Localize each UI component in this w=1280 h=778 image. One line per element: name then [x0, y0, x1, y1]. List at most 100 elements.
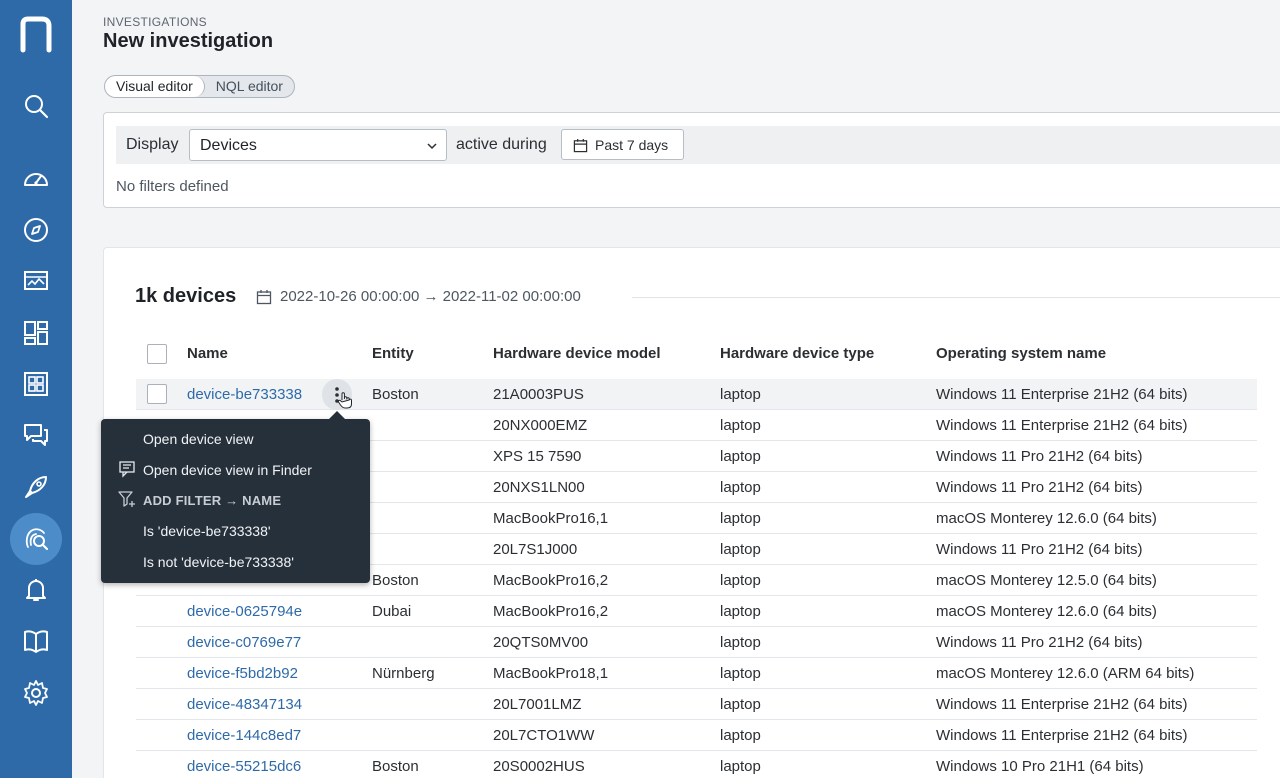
device-name-link[interactable]: device-c0769e77	[187, 634, 301, 651]
filter-add-icon	[118, 491, 135, 507]
chevron-down-icon	[427, 143, 437, 150]
device-name-link[interactable]: device-55215dc6	[187, 758, 301, 775]
hand-cursor-icon	[337, 392, 352, 409]
os-cell: Windows 11 Enterprise 21H2 (64 bits)	[936, 386, 1188, 403]
nexthink-logo[interactable]	[18, 14, 54, 54]
os-cell: Windows 10 Pro 21H1 (64 bits)	[936, 758, 1144, 775]
device-name-link[interactable]: device-0625794e	[187, 603, 302, 620]
model-cell: 20NX000EMZ	[493, 417, 588, 434]
type-cell: laptop	[720, 727, 761, 744]
calendar-icon	[573, 138, 588, 153]
column-header-type[interactable]: Hardware device type	[720, 345, 874, 362]
grid-icon[interactable]	[16, 364, 56, 404]
active-during-label: active during	[456, 136, 547, 153]
context-menu: Open device view Open device view in Fin…	[101, 411, 370, 583]
model-cell: 20L7001LMZ	[493, 696, 582, 713]
filter-is-item[interactable]: Is 'device-be733338'	[143, 523, 271, 539]
visual-editor-tab[interactable]: Visual editor	[105, 76, 205, 97]
table-row[interactable]: device-144c8ed7 20L7CTO1WW laptop Windows 1…	[136, 720, 1257, 751]
divider	[632, 297, 1280, 298]
os-cell: macOS Monterey 12.6.0 (64 bits)	[936, 603, 1157, 620]
type-cell: laptop	[720, 696, 761, 713]
model-cell: XPS 15 7590	[493, 448, 582, 465]
type-cell: laptop	[720, 386, 761, 403]
model-cell: 20S0002HUS	[493, 758, 585, 775]
type-cell: laptop	[720, 634, 761, 651]
model-cell: MacBookPro16,2	[493, 603, 609, 620]
layout-icon[interactable]	[16, 313, 56, 353]
nql-editor-tab[interactable]: NQL editor	[205, 76, 294, 97]
os-cell: Windows 11 Pro 21H2 (64 bits)	[936, 448, 1143, 465]
model-cell: 20QTS0MV00	[493, 634, 589, 651]
column-header-model[interactable]: Hardware device model	[493, 345, 661, 362]
entity-cell: Nürnberg	[372, 665, 435, 682]
os-cell: Windows 11 Pro 21H2 (64 bits)	[936, 479, 1143, 496]
os-cell: macOS Monterey 12.6.0 (64 bits)	[936, 510, 1157, 527]
monitor-chart-icon[interactable]	[16, 261, 56, 301]
table-row[interactable]: device-be733338 Boston 21A0003PUS laptop Win…	[136, 379, 1257, 410]
sidebar	[0, 0, 72, 778]
type-cell: laptop	[720, 510, 761, 527]
finder-icon	[119, 461, 135, 478]
model-cell: 21A0003PUS	[493, 386, 584, 403]
type-cell: laptop	[720, 603, 761, 620]
date-range: 2022-10-26 00:00:00 → 2022-11-02 00:00:0…	[280, 288, 581, 305]
device-name-link[interactable]: device-48347134	[187, 696, 302, 713]
display-select[interactable]: Devices	[189, 129, 447, 161]
display-label: Display	[126, 136, 179, 153]
table-row[interactable]: device-0625794e Dubai MacBookPro16,2 laptop…	[136, 596, 1257, 627]
model-cell: MacBookPro18,1	[493, 665, 609, 682]
bell-icon[interactable]	[16, 570, 56, 610]
compass-icon[interactable]	[16, 210, 56, 250]
table-row[interactable]: device-c0769e77 20QTS0MV00 laptop Windows 1…	[136, 627, 1257, 658]
column-header-name[interactable]: Name	[187, 345, 228, 362]
display-select-value: Devices	[200, 137, 257, 154]
type-cell: laptop	[720, 541, 761, 558]
row-checkbox[interactable]	[147, 384, 167, 404]
menu-arrow	[329, 411, 345, 419]
breadcrumb[interactable]: INVESTIGATIONS	[103, 15, 207, 29]
os-cell: Windows 11 Enterprise 21H2 (64 bits)	[936, 696, 1188, 713]
os-cell: Windows 11 Pro 21H2 (64 bits)	[936, 541, 1143, 558]
model-cell: 20L7S1J000	[493, 541, 578, 558]
chat-icon[interactable]	[16, 415, 56, 455]
no-filters-text: No filters defined	[116, 178, 229, 195]
device-name-link[interactable]: device-f5bd2b92	[187, 665, 298, 682]
select-all-checkbox[interactable]	[147, 344, 167, 364]
os-cell: Windows 11 Enterprise 21H2 (64 bits)	[936, 727, 1188, 744]
open-in-finder-item[interactable]: Open device view in Finder	[143, 462, 312, 478]
column-header-os[interactable]: Operating system name	[936, 345, 1106, 362]
period-value: Past 7 days	[595, 137, 669, 153]
entity-cell: Boston	[372, 758, 419, 775]
calendar-icon	[256, 290, 272, 305]
table-row[interactable]: device-f5bd2b92 Nürnberg MacBookPro18,1 lap…	[136, 658, 1257, 689]
entity-cell: Boston	[372, 386, 419, 403]
gear-icon[interactable]	[16, 673, 56, 713]
type-cell: laptop	[720, 572, 761, 589]
device-name-link[interactable]: device-144c8ed7	[187, 727, 301, 744]
investigation-icon[interactable]	[16, 519, 56, 559]
display-row: Display Devices active during Past 7 day…	[116, 126, 1280, 164]
page-title: New investigation	[103, 30, 274, 52]
dashboard-gauge-icon[interactable]	[16, 159, 56, 199]
column-header-entity[interactable]: Entity	[372, 345, 414, 362]
type-cell: laptop	[720, 417, 761, 434]
type-cell: laptop	[720, 448, 761, 465]
open-device-view-item[interactable]: Open device view	[143, 431, 254, 447]
search-icon[interactable]	[16, 86, 56, 126]
query-builder: Display Devices active during Past 7 day…	[103, 112, 1280, 208]
model-cell: 20NXS1LN00	[493, 479, 585, 496]
add-filter-heading: ADD FILTER → NAME	[143, 493, 282, 508]
device-name-link[interactable]: device-be733338	[187, 386, 302, 403]
os-cell: Windows 11 Pro 21H2 (64 bits)	[936, 634, 1143, 651]
table-row[interactable]: device-48347134 20L7001LMZ laptop Windows 1…	[136, 689, 1257, 720]
filter-is-not-item[interactable]: Is not 'device-be733338'	[143, 554, 294, 570]
period-button[interactable]: Past 7 days	[561, 129, 684, 160]
entity-cell: Boston	[372, 572, 419, 589]
type-cell: laptop	[720, 665, 761, 682]
result-count: 1k devices	[135, 285, 237, 307]
os-cell: macOS Monterey 12.5.0 (64 bits)	[936, 572, 1157, 589]
rocket-icon[interactable]	[16, 467, 56, 507]
book-icon[interactable]	[16, 621, 56, 661]
table-row[interactable]: device-55215dc6 Boston 20S0002HUS laptop Win…	[136, 751, 1257, 778]
